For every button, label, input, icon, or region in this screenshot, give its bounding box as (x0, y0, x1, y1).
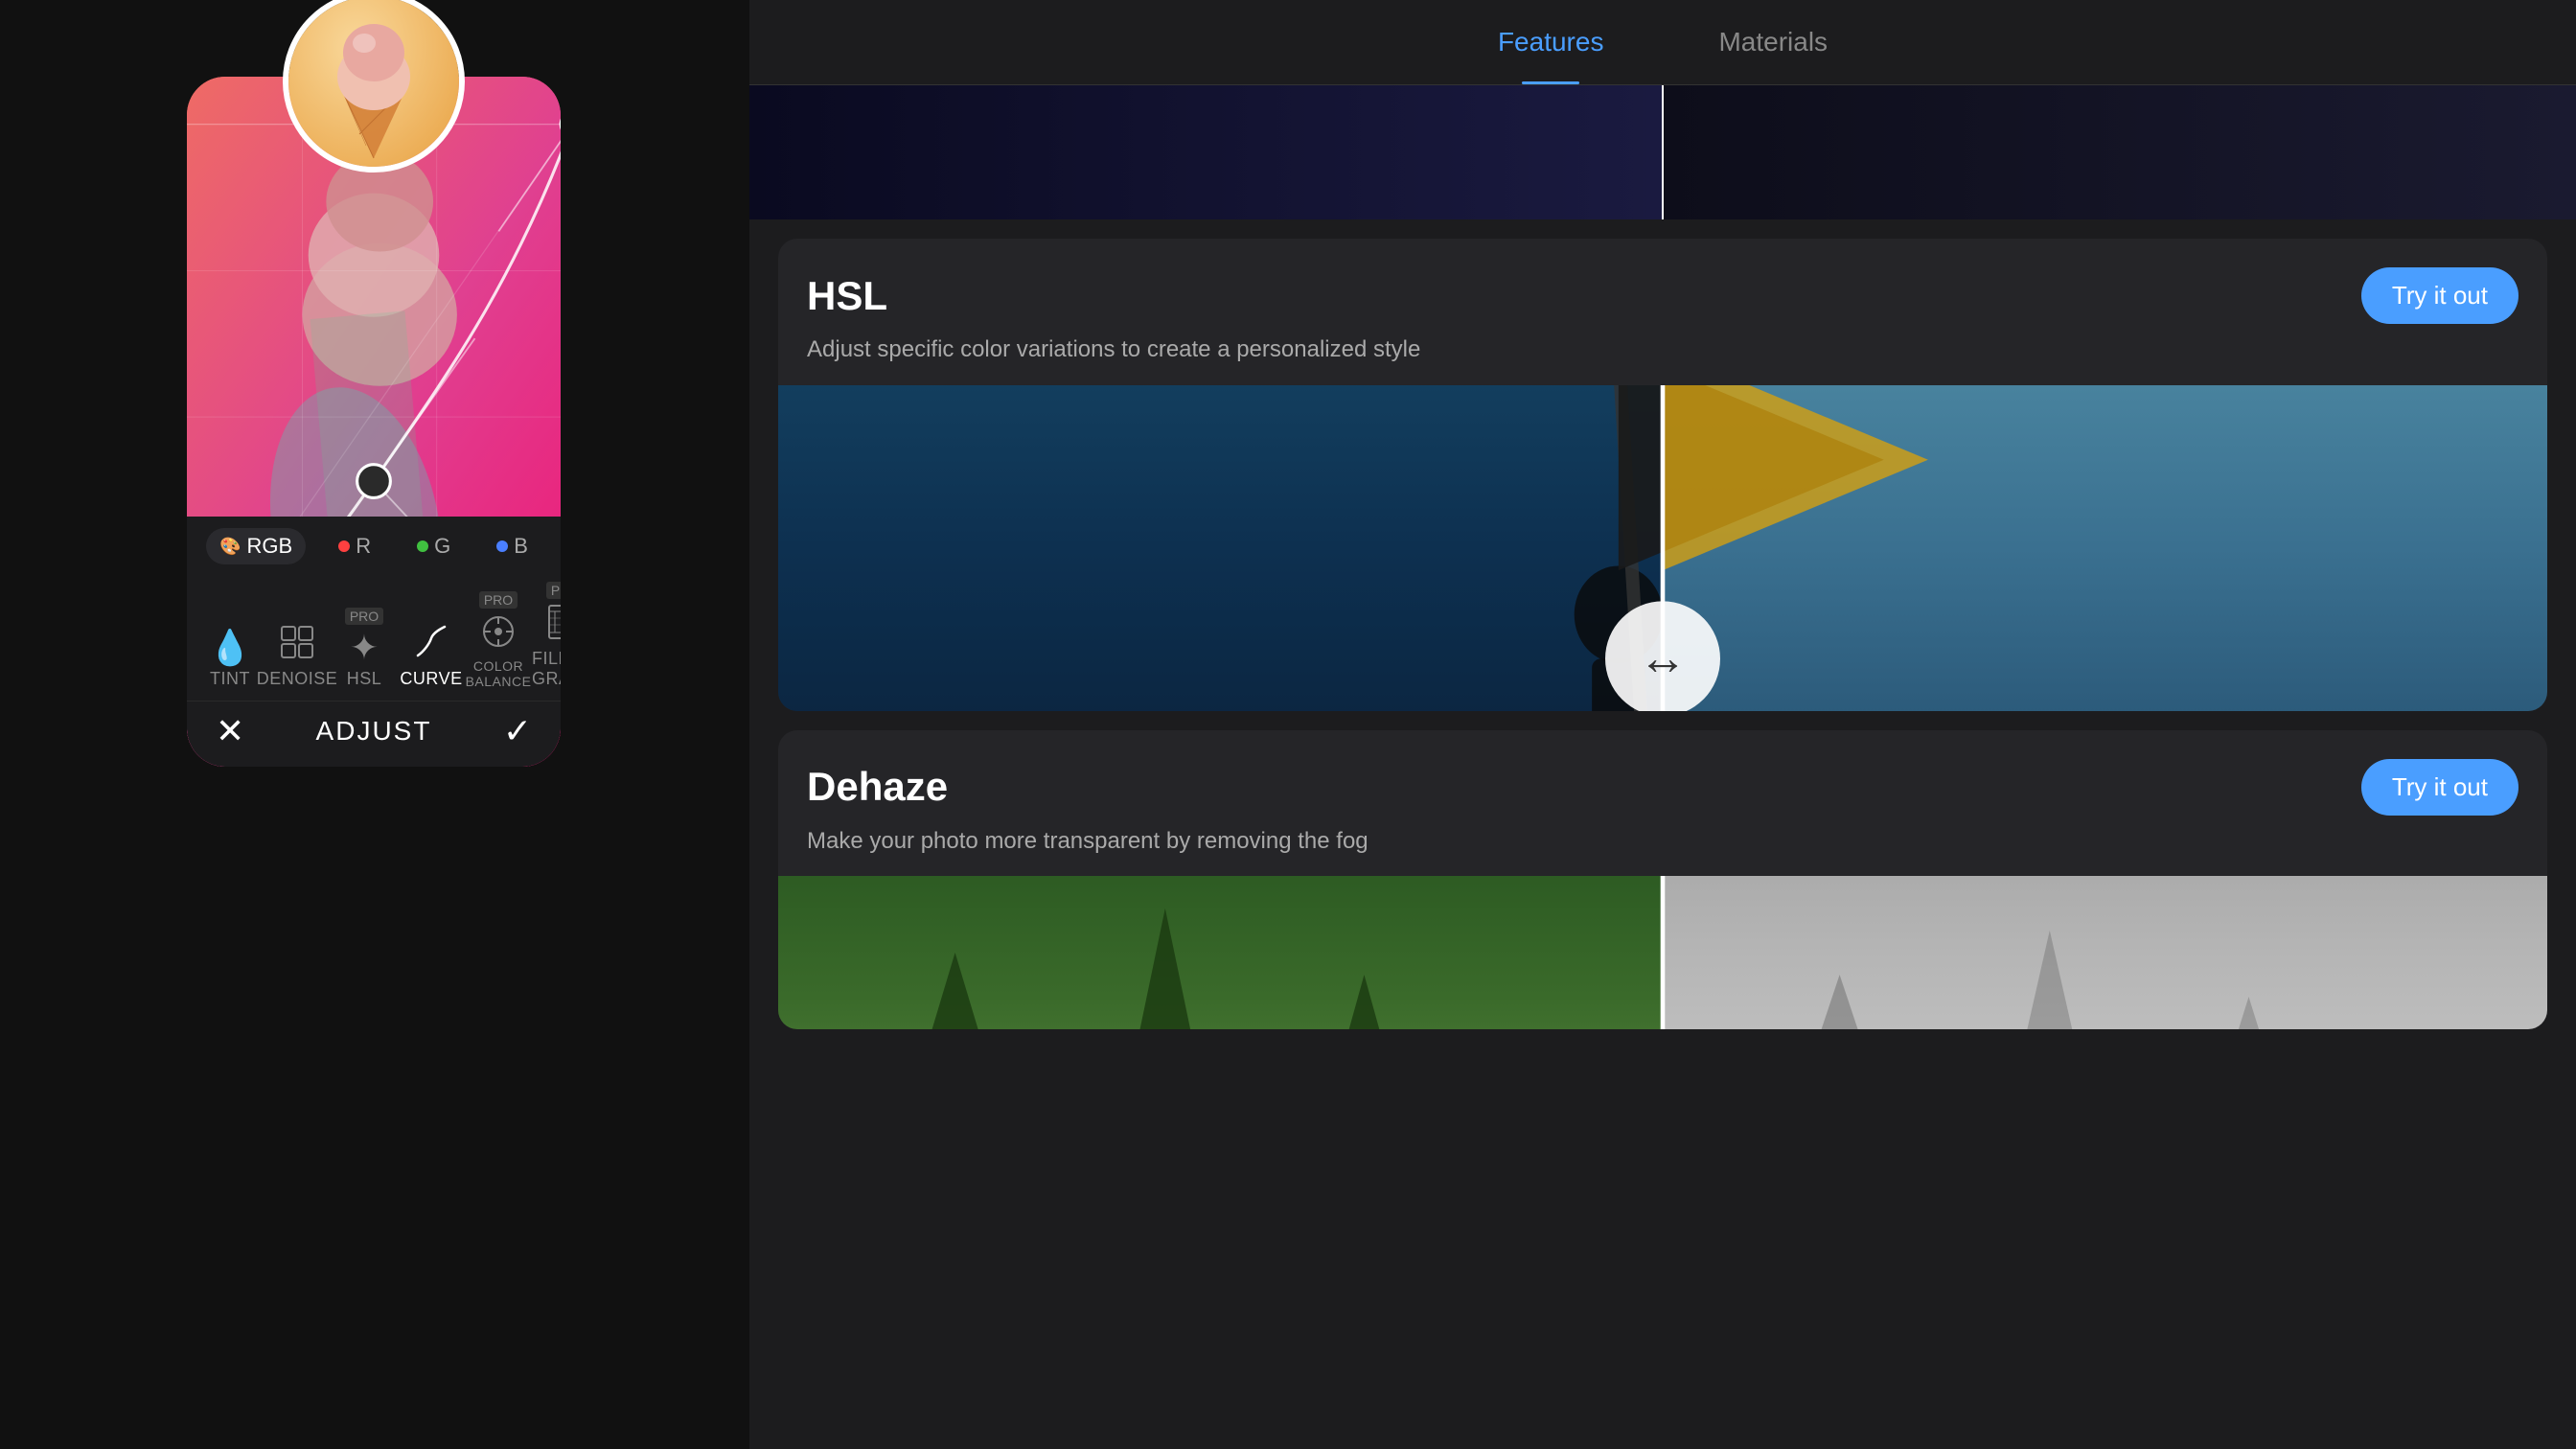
tool-tint[interactable]: 💧 TINT (196, 631, 264, 689)
mode-title: ADJUST (316, 716, 432, 747)
dehaze-description: Make your photo more transparent by remo… (778, 825, 2547, 877)
tint-icon: 💧 (209, 631, 252, 665)
tint-label: TINT (210, 669, 250, 689)
tab-features[interactable]: Features (1440, 0, 1662, 84)
channel-rgb[interactable]: 🎨 RGB (206, 528, 306, 564)
dehaze-try-it-button[interactable]: Try it out (2361, 759, 2518, 816)
channel-tabs: 🎨 RGB R G B (187, 528, 561, 574)
tool-denoise[interactable]: DENOISE (264, 625, 331, 689)
preview-split (749, 85, 2576, 219)
tool-list: 💧 TINT DENOISE PRO ✦ HSL (187, 574, 561, 701)
features-content[interactable]: HSL Try it out Adjust specific color var… (749, 85, 2576, 1449)
bottom-action-bar: ✕ ADJUST ✓ (187, 701, 561, 767)
dehaze-preview-svg: After Before (778, 876, 2547, 1029)
svg-text:↔: ↔ (1639, 630, 1688, 684)
channel-r[interactable]: R (325, 528, 384, 564)
confirm-button[interactable]: ✓ (503, 711, 532, 751)
right-panel: Features Materials HSL Try it out Adjust… (749, 0, 2576, 1449)
bottom-spacer (749, 1048, 2576, 1106)
tool-hsl[interactable]: PRO ✦ HSL (331, 608, 398, 689)
hsl-card-header: HSL Try it out (778, 239, 2547, 334)
hsl-icon: ✦ (350, 631, 379, 665)
color-balance-label: COLORBALANCE (466, 658, 532, 689)
hsl-preview: After Before ↔ (778, 385, 2547, 711)
bottom-toolbar: 🎨 RGB R G B (187, 517, 561, 767)
cancel-button[interactable]: ✕ (216, 711, 244, 751)
phone-mockup: 🎨 RGB R G B (187, 77, 561, 882)
hsl-try-it-button[interactable]: Try it out (2361, 267, 2518, 324)
tabs-header: Features Materials (749, 0, 2576, 85)
ice-cream-icon (297, 0, 450, 163)
hsl-label: HSL (347, 669, 382, 689)
left-panel: 🎨 RGB R G B (0, 0, 748, 1449)
top-preview-strip (749, 85, 2576, 219)
hsl-feature-title: HSL (807, 273, 887, 319)
feature-card-hsl: HSL Try it out Adjust specific color var… (778, 239, 2547, 711)
dehaze-card-header: Dehaze Try it out (778, 730, 2547, 825)
preview-before-section (1664, 85, 2576, 219)
channel-b[interactable]: B (483, 528, 541, 564)
tool-curve[interactable]: CURVE (398, 625, 465, 689)
denoise-label: DENOISE (257, 669, 338, 689)
color-balance-pro-badge: PRO (479, 591, 518, 609)
hsl-pro-badge: PRO (345, 608, 383, 625)
denoise-icon (280, 625, 314, 665)
film-grain-pro-badge: PRO (546, 582, 561, 599)
tool-film-grain[interactable]: PRO (532, 582, 561, 689)
preview-after-section (749, 85, 1662, 219)
color-balance-icon (481, 614, 516, 655)
curve-label: CURVE (400, 669, 462, 689)
film-grain-icon (548, 605, 561, 645)
dehaze-feature-title: Dehaze (807, 764, 948, 810)
dehaze-preview: After Before (778, 876, 2547, 1029)
tool-color-balance[interactable]: PRO COLORBALANCE (465, 591, 532, 689)
feature-card-dehaze: Dehaze Try it out Make your photo more t… (778, 730, 2547, 1030)
hsl-preview-svg: After Before ↔ (778, 385, 2547, 711)
tab-materials[interactable]: Materials (1661, 0, 1885, 84)
film-grain-label: FILM GRAIN (532, 649, 561, 689)
phone-screen: 🎨 RGB R G B (187, 77, 561, 767)
hsl-description: Adjust specific color variations to crea… (778, 334, 2547, 385)
curve-icon (414, 625, 448, 665)
channel-g[interactable]: G (403, 528, 464, 564)
